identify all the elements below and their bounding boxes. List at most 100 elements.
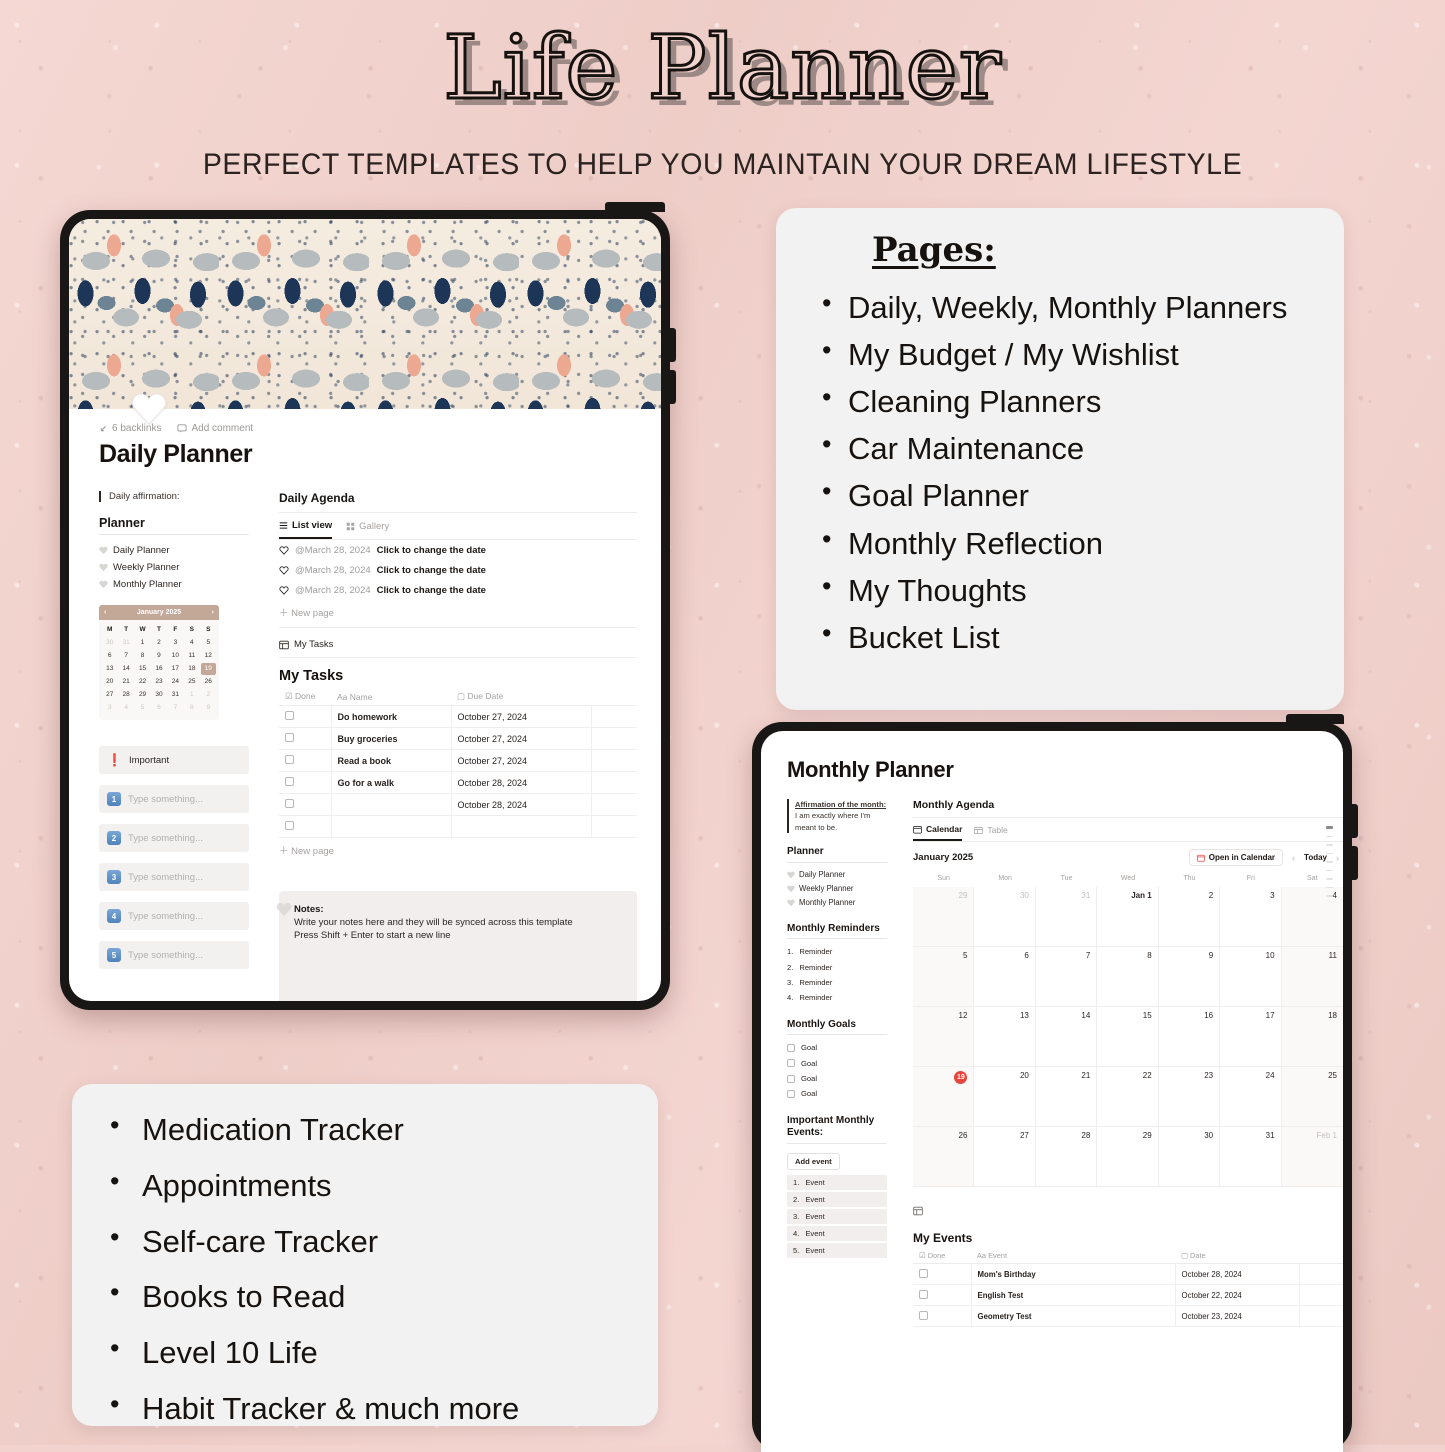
mini-calendar-day[interactable]: 2	[151, 637, 166, 649]
checkbox-icon[interactable]	[285, 821, 294, 830]
mini-calendar-day[interactable]: 2	[201, 689, 216, 701]
mini-calendar-day[interactable]: 8	[184, 702, 199, 714]
tasks-database-link[interactable]: My Tasks	[279, 628, 637, 658]
cell-name[interactable]: Go for a walk	[331, 771, 452, 794]
cell-name[interactable]	[331, 815, 452, 838]
cell-done[interactable]	[279, 705, 332, 728]
sidebar-item-monthly-planner[interactable]: Monthly Planner	[99, 576, 249, 593]
cell-done[interactable]	[279, 793, 332, 816]
col-event[interactable]: Aa Event	[971, 1248, 1175, 1264]
add-comment-button[interactable]: Add comment	[177, 423, 253, 434]
table-row[interactable]: English Test October 22, 2024	[913, 1284, 1343, 1306]
mini-calendar-day[interactable]: 20	[102, 676, 117, 688]
tablet-volume-down-button[interactable]	[1350, 846, 1358, 880]
calendar-day-cell[interactable]: 25	[1281, 1067, 1343, 1127]
sidebar-item-weekly-planner[interactable]: Weekly Planner	[787, 882, 887, 896]
calendar-day-cell[interactable]: 21	[1035, 1067, 1098, 1127]
chevron-left-icon[interactable]: ‹	[1292, 853, 1295, 863]
cell-name[interactable]: Do homework	[331, 705, 452, 728]
mini-calendar-day[interactable]: 6	[102, 650, 117, 662]
my-tasks-table[interactable]: ☑ Done Aa Name ▢ Due Date Do homework Oct…	[279, 688, 637, 838]
cell-event[interactable]: English Test	[971, 1284, 1176, 1306]
mini-calendar-grid[interactable]: M T W T F S S 30 31 1 2 3 4 5 6 7 8 9 10 11 12 13 14 15 16 17 18 19…	[99, 620, 219, 720]
cell-done[interactable]	[913, 1305, 972, 1327]
tablet-volume-up-button[interactable]	[668, 328, 676, 362]
cell-done[interactable]	[279, 815, 332, 838]
table-row[interactable]: Mom's Birthday October 28, 2024	[913, 1263, 1343, 1285]
mini-calendar-day[interactable]: 16	[151, 663, 166, 675]
mini-calendar-day[interactable]: 25	[184, 676, 199, 688]
calendar-day-cell[interactable]: 20	[974, 1067, 1036, 1127]
mini-calendar-day[interactable]: 13	[102, 663, 117, 675]
mini-calendar[interactable]: ‹ January 2025 › M T W T F S S 30 31 1 2 3 4 5 6 7 8 9 10 1…	[99, 605, 219, 720]
calendar-day-cell[interactable]: 16	[1158, 1007, 1221, 1067]
mini-calendar-day[interactable]: 22	[135, 676, 150, 688]
calendar-day-cell[interactable]: Feb 1	[1281, 1127, 1343, 1187]
calendar-day-cell[interactable]: 29	[1097, 1127, 1159, 1187]
tablet-power-button[interactable]	[605, 202, 665, 212]
table-row[interactable]: Geometry Test October 23, 2024	[913, 1305, 1343, 1327]
calendar-day-cell[interactable]: 5	[913, 947, 975, 1007]
cell-done[interactable]	[279, 727, 332, 750]
goal-item[interactable]: Goal	[787, 1071, 887, 1086]
calendar-day-cell[interactable]: 23	[1158, 1067, 1221, 1127]
checkbox-icon[interactable]	[919, 1289, 928, 1299]
tab-table[interactable]: Table	[974, 824, 1008, 841]
cell-name[interactable]: Buy groceries	[331, 727, 452, 750]
checkbox-icon[interactable]	[787, 1089, 795, 1098]
tablet-volume-up-button[interactable]	[1350, 804, 1358, 838]
checkbox-icon[interactable]	[285, 755, 294, 764]
calendar-day-cell[interactable]: 11	[1281, 947, 1343, 1007]
calendar-day-cell[interactable]: 17	[1220, 1007, 1282, 1067]
event-item[interactable]: 5. Event	[787, 1242, 887, 1258]
mini-calendar-day[interactable]: 12	[201, 650, 216, 662]
event-item[interactable]: 1. Event	[787, 1174, 887, 1190]
calendar-day-cell[interactable]: 24	[1220, 1067, 1282, 1127]
mini-calendar-day[interactable]: 11	[184, 650, 199, 662]
mini-calendar-day[interactable]: 1	[184, 689, 199, 701]
numbered-input-1[interactable]: 1 Type something...	[99, 785, 249, 813]
cell-due-date[interactable]: October 27, 2024	[451, 727, 592, 750]
mini-calendar-day[interactable]: 17	[168, 663, 183, 675]
tab-list-view[interactable]: List view	[279, 520, 333, 539]
scrollbar[interactable]	[1326, 826, 1333, 904]
calendar-day-cell[interactable]: 27	[974, 1127, 1036, 1187]
cell-due-date[interactable]: October 27, 2024	[451, 705, 592, 728]
mini-calendar-day[interactable]: 10	[168, 650, 183, 662]
important-chip[interactable]: ❗ Important	[99, 746, 249, 774]
goal-item[interactable]: Goal	[787, 1056, 887, 1071]
sidebar-item-daily-planner[interactable]: Daily Planner	[99, 542, 249, 559]
table-row[interactable]	[279, 815, 637, 838]
event-item[interactable]: 4. Event	[787, 1225, 887, 1241]
calendar-day-cell[interactable]: 14	[1035, 1007, 1098, 1067]
numbered-input-4[interactable]: 4 Type something...	[99, 902, 249, 930]
agenda-row[interactable]: @March 28, 2024 Click to change the date	[279, 560, 637, 580]
mini-calendar-day[interactable]: 26	[201, 676, 216, 688]
calendar-day-cell[interactable]: 22	[1097, 1067, 1159, 1127]
table-row[interactable]: October 28, 2024	[279, 793, 637, 816]
col-due-date[interactable]: ▢ Due Date	[451, 688, 591, 706]
calendar-day-cell[interactable]: 9	[1158, 947, 1221, 1007]
mini-calendar-day[interactable]: 9	[151, 650, 166, 662]
mini-calendar-day[interactable]: 3	[168, 637, 183, 649]
cell-date[interactable]: October 28, 2024	[1175, 1263, 1300, 1285]
my-events-table[interactable]: ☑ Done Aa Event ▢ Date Mom's Birthday Oct…	[913, 1248, 1343, 1327]
calendar-day-cell[interactable]: 13	[974, 1007, 1036, 1067]
table-row[interactable]: Do homework October 27, 2024	[279, 705, 637, 728]
cell-name[interactable]	[331, 793, 452, 816]
numbered-input-5[interactable]: 5 Type something...	[99, 941, 249, 969]
checkbox-icon[interactable]	[787, 1043, 795, 1052]
mini-calendar-prev-button[interactable]: ‹	[104, 609, 106, 616]
calendar-day-cell[interactable]: 18	[1281, 1007, 1343, 1067]
mini-calendar-day[interactable]: 8	[135, 650, 150, 662]
mini-calendar-day[interactable]: 31	[118, 637, 133, 649]
mini-calendar-day[interactable]: 30	[102, 637, 117, 649]
cell-date[interactable]: October 22, 2024	[1175, 1284, 1300, 1306]
tab-gallery[interactable]: Gallery	[346, 520, 389, 539]
checkbox-icon[interactable]	[919, 1310, 928, 1320]
reminder-item[interactable]: 1. Reminder	[787, 944, 887, 959]
mini-calendar-day[interactable]: 18	[184, 663, 199, 675]
calendar-day-cell[interactable]: 4	[1281, 887, 1343, 947]
goal-item[interactable]: Goal	[787, 1040, 887, 1055]
reminder-item[interactable]: 2. Reminder	[787, 960, 887, 975]
